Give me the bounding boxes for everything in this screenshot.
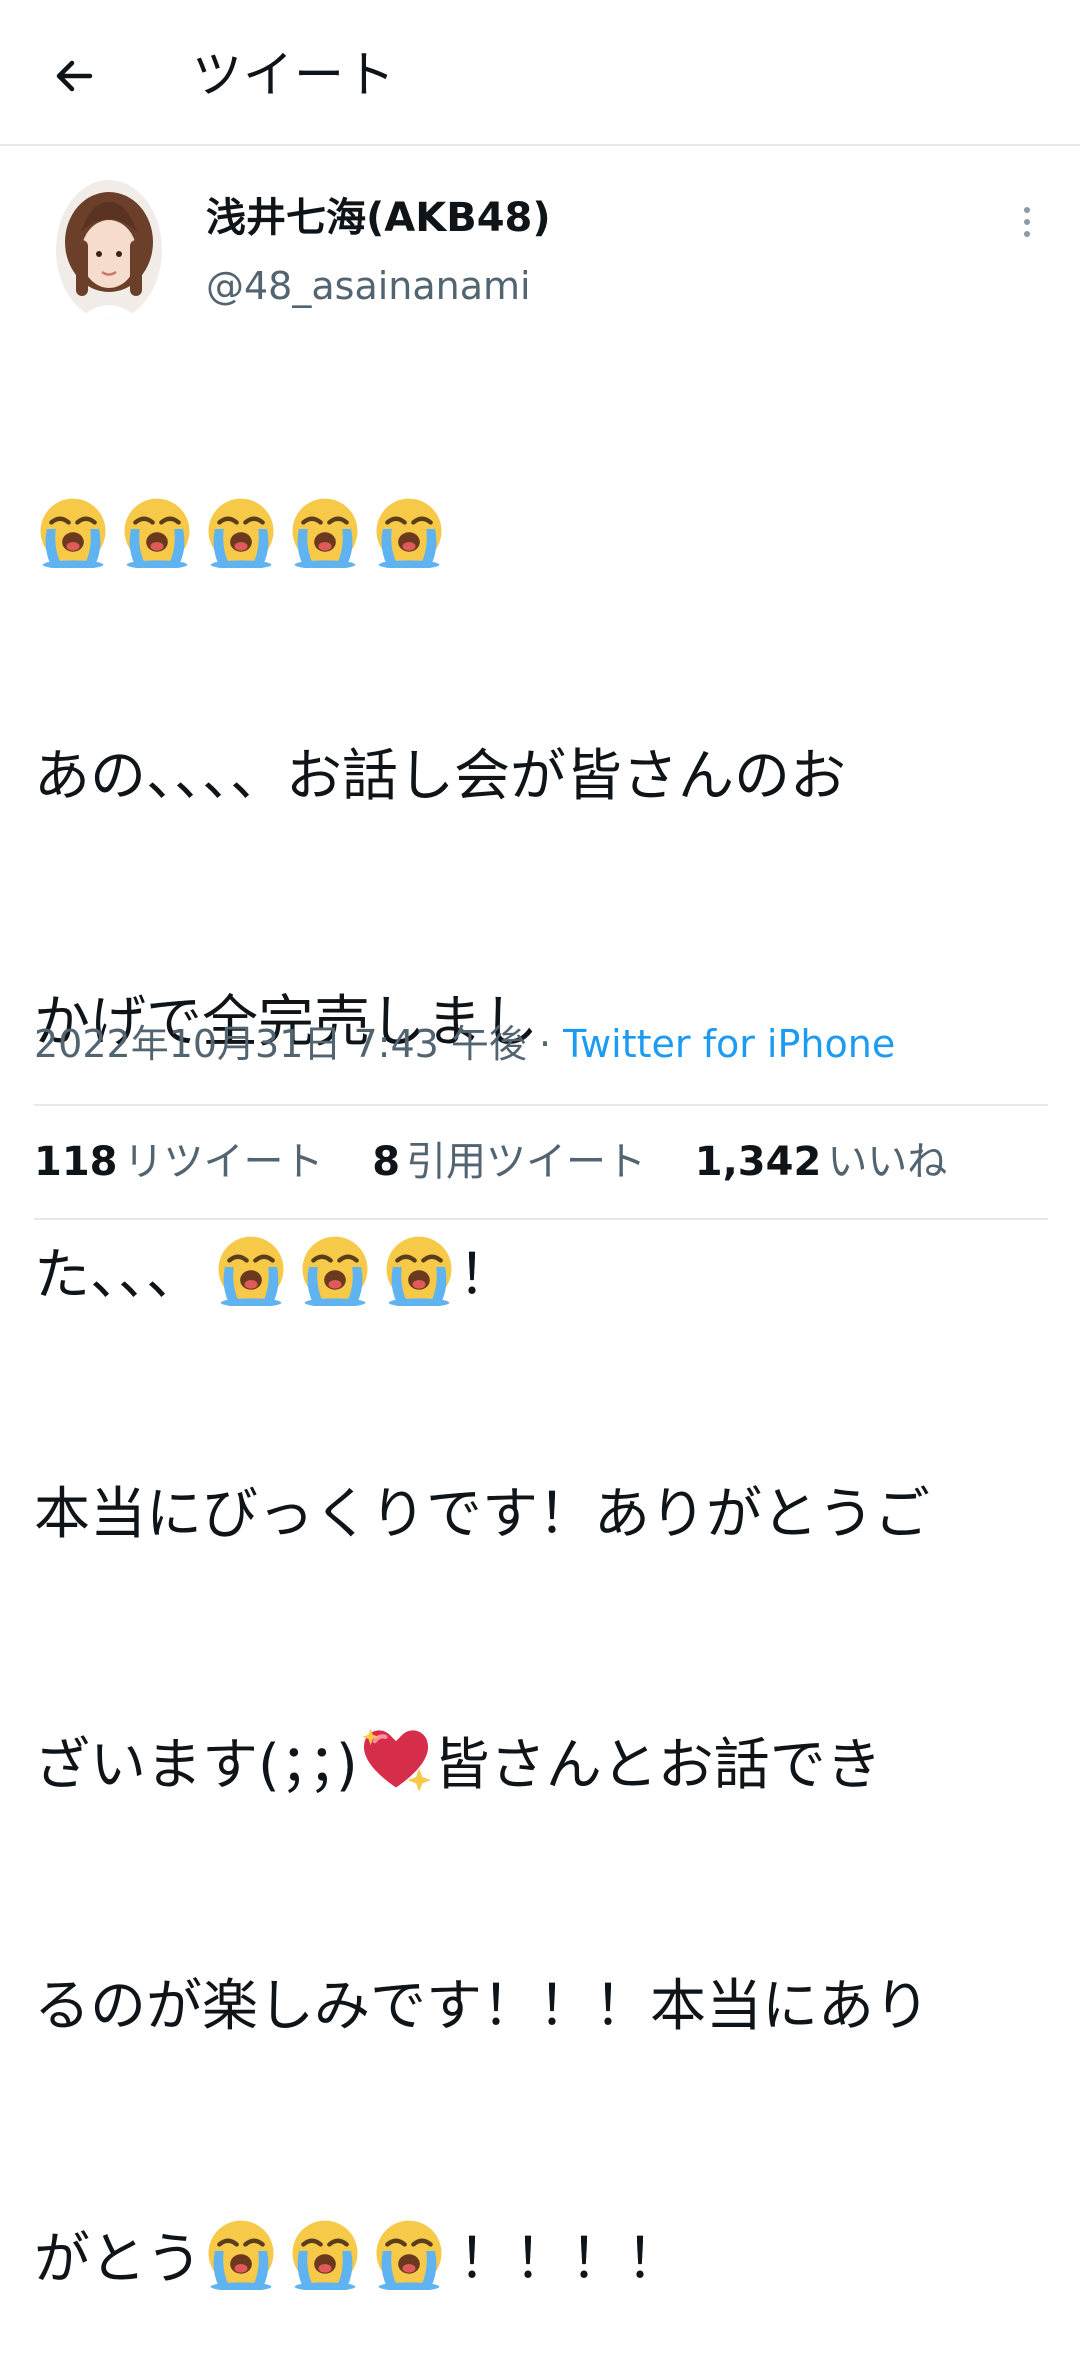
loudly-crying-face-icon	[34, 490, 112, 568]
meta-separator: ·	[526, 1022, 564, 1066]
tweet-meta: 2022年10月31日 7:43 午後 · Twitter for iPhone	[34, 1016, 895, 1072]
tweet-line-text: た、、、	[34, 1243, 202, 1308]
tweet-line: がとう ！！！！	[34, 2212, 1064, 2294]
tweet-line-text: ざいます(；；)	[34, 1733, 358, 1798]
tweet-line: ざいます(；；) 皆さんとお話でき	[34, 1720, 1064, 1802]
tweet-line-text: がとう	[34, 2227, 202, 2292]
divider	[34, 1104, 1048, 1106]
timestamp[interactable]: 2022年10月31日 7:43 午後	[34, 1022, 527, 1066]
loudly-crying-face-icon	[370, 490, 448, 568]
loudly-crying-face-icon	[296, 1228, 374, 1306]
tweet-line: 本当にびっくりです！ありがとうご	[34, 1482, 930, 1547]
more-options-button[interactable]	[1006, 196, 1048, 248]
page-title: ツイート	[192, 46, 396, 104]
quotes-count: 8	[372, 1139, 401, 1185]
divider	[34, 1218, 1048, 1220]
more-vertical-icon	[1024, 207, 1030, 213]
tweet-line-text: ！！！！	[458, 2227, 682, 2292]
source-link[interactable]: Twitter for iPhone	[563, 1022, 895, 1066]
quotes-stat[interactable]: 8 引用ツイート	[372, 1130, 646, 1194]
arrow-left-icon	[56, 60, 93, 92]
tweet-line: るのが楽しみです！！！本当にあり	[34, 1974, 930, 2039]
avatar[interactable]	[56, 180, 162, 320]
likes-count: 1,342	[694, 1139, 822, 1185]
loudly-crying-face-icon	[202, 2212, 280, 2290]
back-button[interactable]	[44, 46, 104, 106]
tweet-line-text: 皆さんとお話でき	[433, 1733, 882, 1798]
user-handle[interactable]: @48_asainanami	[206, 260, 531, 312]
likes-label: いいね	[827, 1139, 948, 1185]
loudly-crying-face-icon	[118, 490, 196, 568]
tweet-line-text: ！	[458, 1243, 514, 1308]
quotes-label: 引用ツイート	[406, 1139, 647, 1185]
engagement-stats: 118 リツイート 8 引用ツイート 1,342 いいね	[34, 1130, 983, 1194]
tweet-emoji-line	[34, 490, 1064, 572]
profile-photo	[56, 180, 162, 320]
top-bar: ツイート	[0, 0, 1080, 146]
loudly-crying-face-icon	[370, 2212, 448, 2290]
retweets-stat[interactable]: 118 リツイート	[34, 1130, 324, 1194]
retweets-count: 118	[34, 1139, 118, 1185]
display-name[interactable]: 浅井七海(AKB48)	[206, 192, 551, 244]
loudly-crying-face-icon	[286, 490, 364, 568]
loudly-crying-face-icon	[202, 490, 280, 568]
likes-stat[interactable]: 1,342 いいね	[695, 1130, 948, 1194]
sparkling-heart-icon	[358, 1720, 434, 1796]
tweet-text: あの、、、、お話し会が皆さんのお かげで全完売しまし た、、、！ 本当にびっくり…	[34, 326, 1064, 2376]
tweet-line: あの、、、、お話し会が皆さんのお	[34, 744, 846, 809]
loudly-crying-face-icon	[212, 1228, 290, 1306]
loudly-crying-face-icon	[380, 1228, 458, 1306]
loudly-crying-face-icon	[286, 2212, 364, 2290]
tweet-line: た、、、 ！	[34, 1228, 1064, 1310]
retweets-label: リツイート	[123, 1139, 324, 1185]
